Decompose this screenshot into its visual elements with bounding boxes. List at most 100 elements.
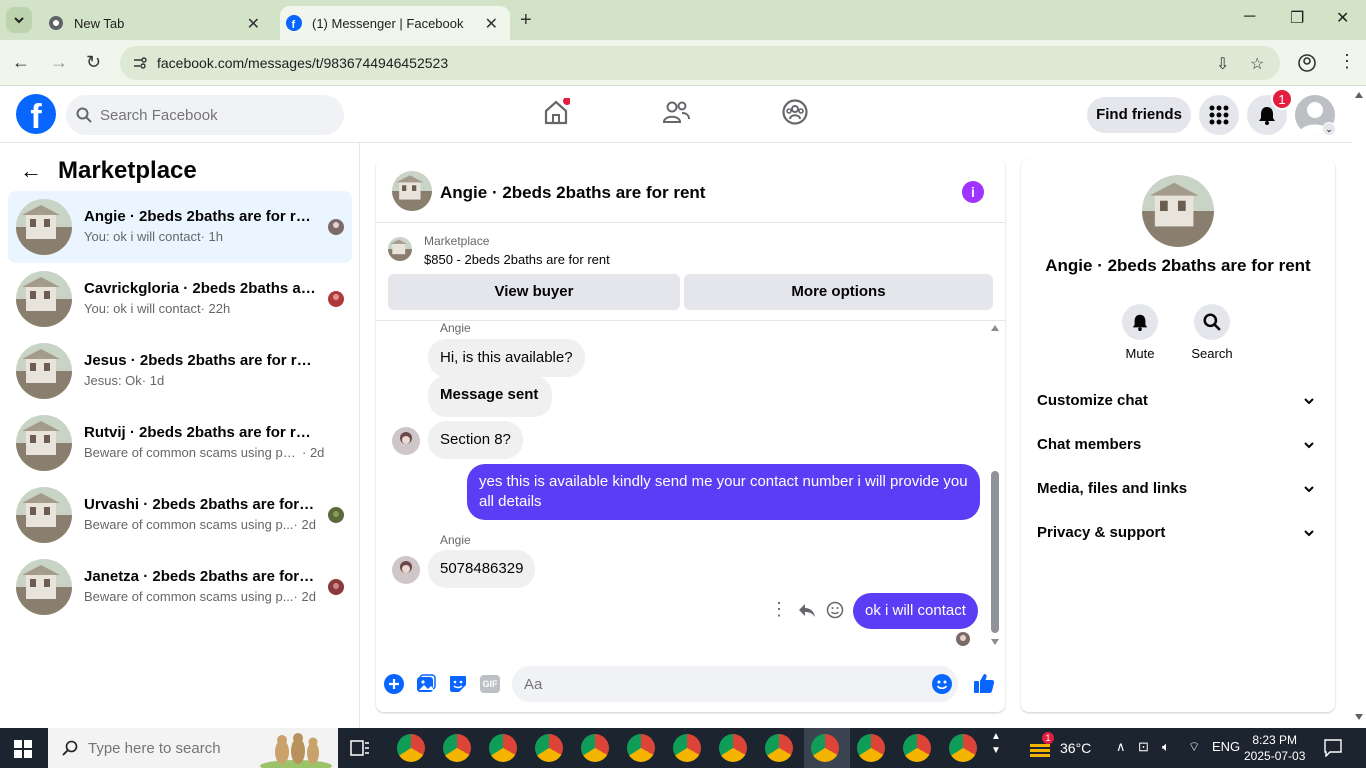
listing-title[interactable]: $850 - 2beds 2baths are for rent (424, 252, 610, 267)
page-scrollbar[interactable] (1352, 86, 1366, 728)
more-actions-icon[interactable]: ⋮ (770, 599, 788, 620)
conversation-preview: You: ok i will contact · 22h (84, 301, 231, 316)
meerkat-illustration-icon (260, 733, 332, 768)
forward-arrow-icon[interactable]: → (50, 52, 68, 73)
taskbar-overflow-icon[interactable]: ▲ ▼ (991, 730, 1001, 758)
info-icon[interactable]: i (962, 181, 984, 203)
menu-kebab-icon[interactable]: ⋮ (1338, 51, 1356, 72)
emoji-icon[interactable] (932, 674, 952, 694)
conversation-item[interactable]: Cavrickgloria · 2beds 2baths are... You:… (8, 263, 352, 335)
close-icon[interactable]: ✕ (247, 14, 260, 34)
reload-icon[interactable]: ↻ (86, 52, 101, 73)
chat-members-row[interactable]: Chat members (1037, 425, 1319, 465)
conversation-item[interactable]: Angie · 2beds 2baths are for rent You: o… (8, 191, 352, 263)
notification-center-icon[interactable] (1324, 739, 1342, 757)
chrome-taskbar-icon[interactable] (535, 734, 563, 762)
facebook-header: f Find friends 1 ⌄ (0, 86, 1352, 143)
search-in-chat-button[interactable]: Search (1182, 304, 1242, 361)
thread-scrollbar[interactable] (990, 321, 1000, 651)
chrome-taskbar-icon[interactable] (719, 734, 747, 762)
chrome-taskbar-icon[interactable] (673, 734, 701, 762)
conversation-name: Urvashi · 2beds 2baths are for r... (84, 496, 316, 513)
message-actions: ⋮ (770, 599, 844, 620)
conversation-item[interactable]: Janetza · 2beds 2baths are for re... Bew… (8, 551, 352, 623)
chrome-taskbar-icon[interactable] (811, 734, 839, 762)
sticker-icon[interactable] (448, 674, 468, 694)
tab-search-button[interactable] (6, 7, 32, 33)
angie-avatar[interactable] (392, 556, 420, 584)
chrome-taskbar-icon[interactable] (857, 734, 885, 762)
conversation-preview: Beware of common scams using pay... · 2d (84, 445, 325, 460)
incoming-message: Section 8? (428, 421, 523, 459)
chat-title[interactable]: Angie · 2beds 2baths are for rent (440, 183, 705, 203)
plus-circle-icon[interactable] (384, 674, 404, 694)
new-tab-plus-icon[interactable]: + (520, 9, 532, 32)
back-arrow-icon[interactable]: ← (12, 52, 30, 73)
volume-icon[interactable]: 🔈︎ (1162, 739, 1170, 755)
groups-icon[interactable] (781, 98, 809, 126)
conversation-item[interactable]: Urvashi · 2beds 2baths are for r... Bewa… (8, 479, 352, 551)
chrome-taskbar-icon[interactable] (949, 734, 977, 762)
tab-new-tab[interactable]: New Tab ✕ (40, 6, 272, 40)
close-icon[interactable]: ✕ (485, 14, 498, 34)
clock[interactable]: 8:23 PM 2025-07-03 (1244, 732, 1305, 764)
weather-widget[interactable]: 1 36°C (1028, 732, 1091, 758)
taskbar-search[interactable] (48, 728, 338, 768)
site-info-icon[interactable] (132, 55, 148, 71)
address-bar[interactable]: facebook.com/messages/t/9836744946452523… (120, 46, 1280, 80)
facebook-search[interactable] (66, 95, 344, 135)
chrome-taskbar-icon[interactable] (397, 734, 425, 762)
chrome-taskbar-icon[interactable] (581, 734, 609, 762)
network-icon[interactable]: ⊡ (1138, 739, 1149, 755)
install-app-icon[interactable]: ⇩ (1216, 54, 1229, 74)
gif-icon[interactable]: GIF (480, 675, 500, 693)
message-input[interactable] (524, 666, 924, 702)
tab-title: (1) Messenger | Facebook (312, 15, 464, 31)
search-input[interactable] (100, 95, 330, 135)
chrome-taskbar-icon[interactable] (489, 734, 517, 762)
chrome-taskbar-icon[interactable] (627, 734, 655, 762)
home-icon[interactable] (542, 98, 570, 126)
view-buyer-button[interactable]: View buyer (388, 274, 680, 310)
conversation-item[interactable]: Jesus · 2beds 2baths are for rent Jesus:… (8, 335, 352, 407)
media-files-links-row[interactable]: Media, files and links (1037, 469, 1319, 509)
angie-avatar[interactable] (392, 427, 420, 455)
window-close-icon[interactable]: ✕ (1336, 8, 1349, 28)
minimize-icon[interactable]: ─ (1244, 8, 1255, 26)
mute-button[interactable]: Mute (1110, 304, 1170, 361)
chevron-down-icon (1304, 530, 1314, 537)
search-icon (62, 740, 78, 756)
friends-icon[interactable] (662, 98, 690, 126)
task-view-icon[interactable] (350, 740, 370, 756)
facebook-logo-icon[interactable]: f (16, 94, 56, 134)
react-emoji-icon[interactable] (826, 601, 844, 619)
listing-thumbnail[interactable] (392, 171, 432, 211)
tab-title: New Tab (74, 15, 125, 31)
bell-icon (1132, 314, 1148, 331)
listing-thumbnail (16, 415, 72, 471)
listing-thumbnail[interactable] (1142, 175, 1214, 247)
customize-chat-row[interactable]: Customize chat (1037, 381, 1319, 421)
find-friends-button[interactable]: Find friends (1087, 97, 1191, 133)
tray-chevron-up-icon[interactable]: ∧ (1116, 739, 1126, 755)
chrome-taskbar-icon[interactable] (443, 734, 471, 762)
grid-icon (1209, 105, 1229, 125)
wifi-icon[interactable]: ⌔ (1188, 739, 1200, 755)
tab-messenger[interactable]: f (1) Messenger | Facebook ✕ (280, 6, 510, 40)
chrome-taskbar-icon[interactable] (765, 734, 793, 762)
chevron-down-icon (1304, 442, 1314, 449)
menu-grid-button[interactable] (1199, 95, 1239, 135)
profile-icon[interactable] (1298, 54, 1316, 72)
reply-icon[interactable] (798, 602, 816, 618)
more-options-button[interactable]: More options (684, 274, 993, 310)
restore-icon[interactable]: ❐ (1290, 8, 1304, 28)
chrome-taskbar-icon[interactable] (903, 734, 931, 762)
conversation-item[interactable]: Rutvij · 2beds 2baths are for rent Bewar… (8, 407, 352, 479)
language-indicator[interactable]: ENG (1212, 739, 1240, 754)
privacy-support-row[interactable]: Privacy & support (1037, 513, 1319, 553)
photo-icon[interactable] (416, 674, 436, 694)
thumbs-up-icon[interactable] (973, 672, 995, 694)
bookmark-star-icon[interactable]: ☆ (1250, 54, 1264, 74)
back-arrow-icon[interactable]: ← (20, 158, 42, 184)
windows-start-icon[interactable] (14, 740, 32, 758)
